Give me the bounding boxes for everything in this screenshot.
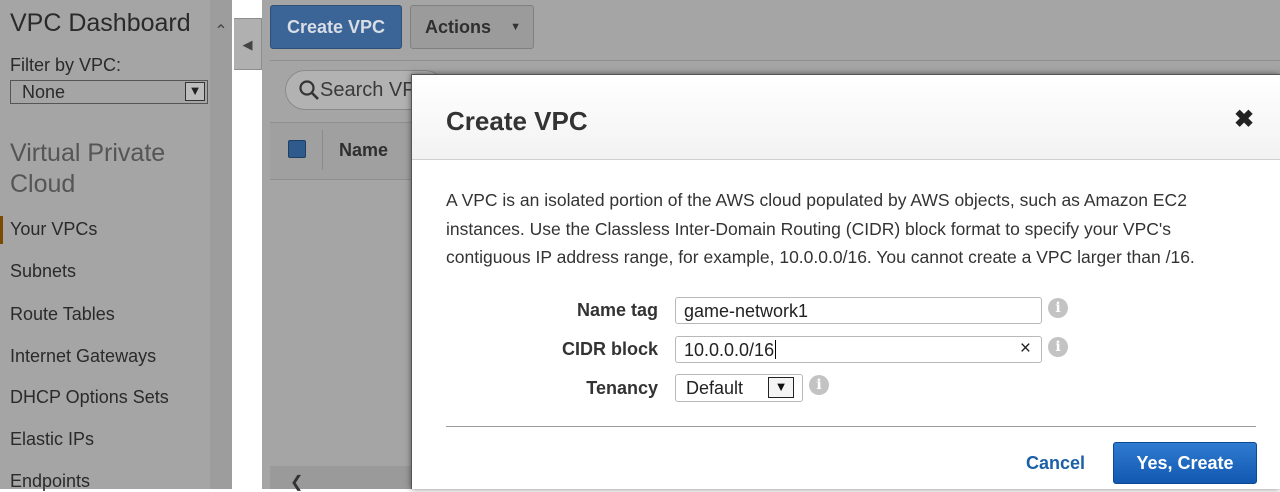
column-header-name[interactable]: Name [339, 140, 388, 161]
info-icon[interactable]: i [1048, 337, 1068, 357]
close-icon[interactable]: ✖ [1234, 105, 1254, 134]
sidebar-section-title: Virtual Private Cloud [10, 139, 166, 198]
filter-by-vpc-label: Filter by VPC: [10, 55, 122, 75]
sidebar-item-elastic-ips[interactable]: Elastic IPs [10, 429, 94, 450]
modal-header: Create VPC ✖ [412, 75, 1280, 160]
chevron-down-icon[interactable]: ▼ [768, 377, 794, 398]
sidebar-item-your-vpcs[interactable]: Your VPCs [10, 219, 97, 240]
modal-description: A VPC is an isolated portion of the AWS … [446, 190, 1195, 267]
actions-button[interactable]: Actions ▼ [410, 5, 534, 49]
clear-icon[interactable]: × [1020, 338, 1031, 360]
sidebar-content: VPC Dashboard Filter by VPC: None ▼ Virt… [0, 0, 210, 491]
sidebar-scrollbar[interactable]: ⌃ [210, 0, 232, 489]
column-divider [322, 130, 323, 170]
tenancy-value: Default [686, 378, 744, 398]
active-indicator [0, 216, 3, 244]
chevron-up-icon[interactable]: ⌃ [210, 22, 232, 42]
chevron-left-icon[interactable]: ❮ [290, 472, 303, 492]
actions-label: Actions [425, 17, 492, 37]
filter-by-vpc-value: None [22, 82, 66, 102]
create-vpc-button[interactable]: Create VPC [270, 5, 402, 49]
chevron-down-icon[interactable]: ▼ [185, 82, 205, 101]
chevron-left-icon: ◀ [242, 37, 253, 52]
cidr-block-value: 10.0.0.0/16 [684, 340, 775, 360]
filter-by-vpc-select[interactable]: None ▼ [10, 80, 208, 104]
sidebar-item-dhcp-options-sets[interactable]: DHCP Options Sets [10, 387, 169, 408]
yes-create-button[interactable]: Yes, Create [1113, 442, 1257, 484]
info-icon[interactable]: i [1048, 298, 1068, 318]
sidebar: VPC Dashboard Filter by VPC: None ▼ Virt… [0, 0, 232, 491]
name-tag-value: game-network1 [684, 301, 809, 321]
toolbar-divider [270, 60, 1280, 61]
modal-title: Create VPC [446, 106, 588, 136]
sidebar-title: VPC Dashboard [10, 9, 191, 37]
cidr-block-text: 10.0.0.0/16 [684, 340, 777, 361]
name-tag-label: Name tag [576, 300, 658, 320]
cidr-block-label: CIDR block [561, 339, 658, 359]
chevron-down-icon: ▼ [510, 21, 521, 33]
create-vpc-modal: Create VPC ✖ A VPC is an isolated portio… [411, 74, 1280, 489]
cancel-button[interactable]: Cancel [1026, 453, 1085, 474]
select-all-checkbox[interactable] [288, 140, 306, 158]
modal-divider [446, 426, 1256, 427]
tenancy-label: Tenancy [586, 378, 658, 398]
search-icon [299, 80, 319, 100]
sidebar-item-subnets[interactable]: Subnets [10, 261, 76, 282]
sidebar-item-route-tables[interactable]: Route Tables [10, 304, 115, 325]
info-icon[interactable]: i [809, 375, 829, 395]
name-tag-input[interactable]: game-network1 [675, 297, 1042, 324]
tenancy-select[interactable]: Default ▼ [675, 374, 803, 402]
cidr-block-input[interactable]: 10.0.0.0/16 × [675, 336, 1042, 363]
sidebar-item-internet-gateways[interactable]: Internet Gateways [10, 346, 156, 367]
text-cursor [775, 340, 777, 359]
collapse-sidebar-button[interactable]: ◀ [234, 18, 262, 70]
